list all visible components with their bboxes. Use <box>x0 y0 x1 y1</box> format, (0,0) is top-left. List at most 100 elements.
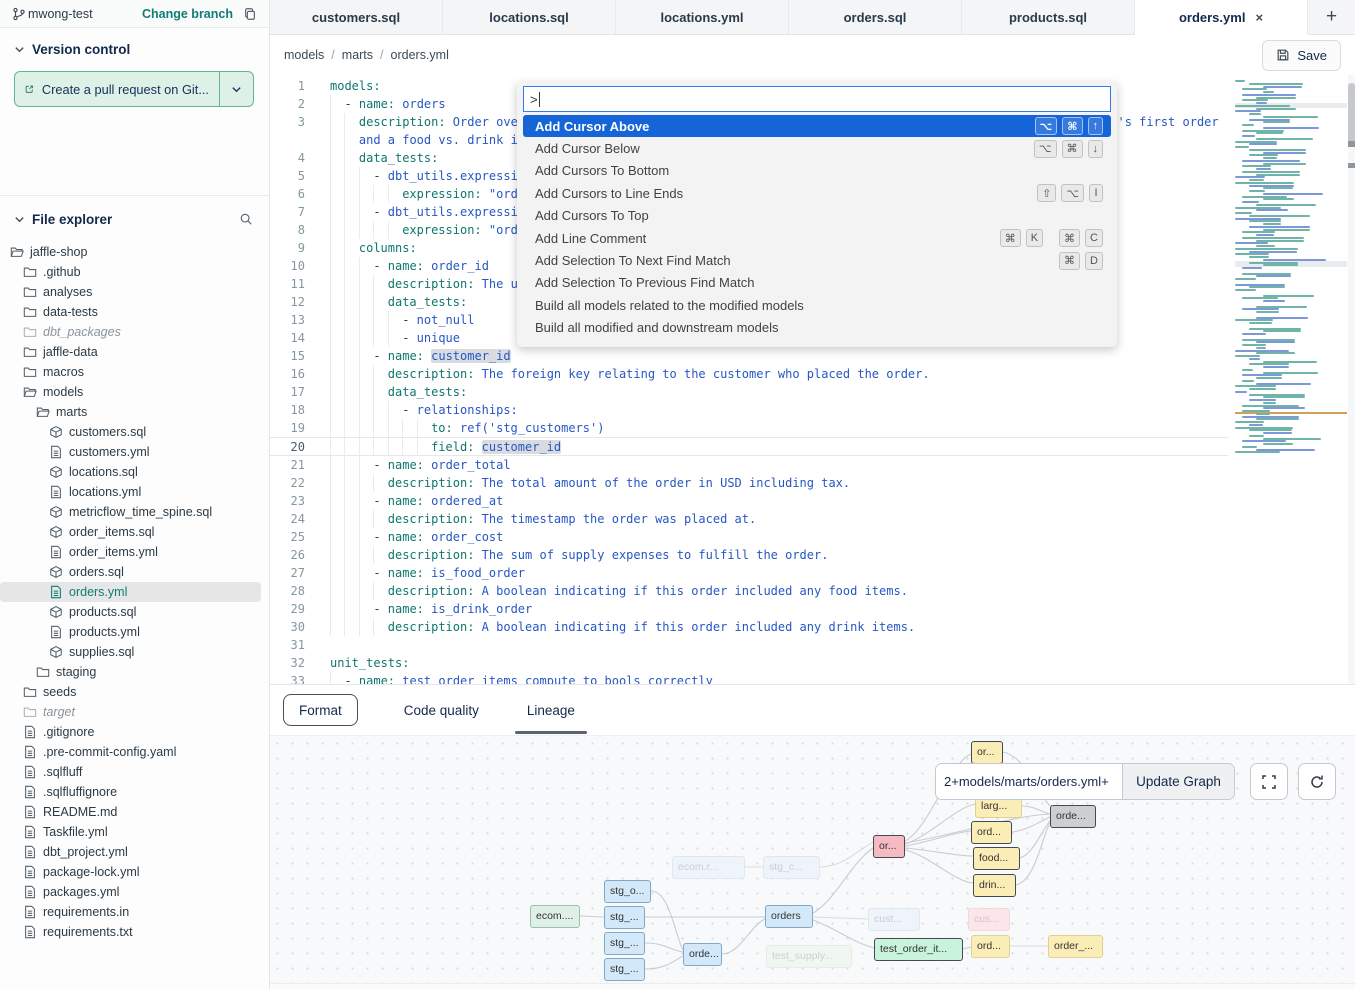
refresh-button[interactable] <box>1298 763 1336 800</box>
command-item-add-selection-to-previous-find-match[interactable]: Add Selection To Previous Find Match <box>523 272 1111 294</box>
lineage-node-or-11[interactable]: or... <box>873 835 905 858</box>
breadcrumb-file[interactable]: orders.yml <box>391 48 449 62</box>
file-tree-item-jaffle-data[interactable]: jaffle-data <box>0 342 269 362</box>
file-tree-item-order_items.yml[interactable]: order_items.yml <box>0 542 269 562</box>
lineage-node-cust-9[interactable]: cust... <box>868 908 920 931</box>
file-tree-item-package-lock.yml[interactable]: package-lock.yml <box>0 862 269 882</box>
command-item-add-cursor-above[interactable]: Add Cursor Above⌥⌘↑ <box>523 115 1111 137</box>
file-tree-item-products.yml[interactable]: products.yml <box>0 622 269 642</box>
file-tree-item-requirements.txt[interactable]: requirements.txt <box>0 922 269 942</box>
lineage-node-stg_-3[interactable]: stg_... <box>604 932 645 955</box>
file-explorer-header[interactable]: File explorer <box>0 196 269 236</box>
lineage-node-drin-16[interactable]: drin... <box>973 874 1016 897</box>
tab-orders.yml[interactable]: orders.yml× <box>1135 0 1308 35</box>
command-item-add-selection-to-next-find-match[interactable]: Add Selection To Next Find Match⌘D <box>523 249 1111 271</box>
code-editor[interactable]: 1models:2- name: orders3description: Ord… <box>270 75 1355 685</box>
file-tree-item-.gitignore[interactable]: .gitignore <box>0 722 269 742</box>
tab-code-quality[interactable]: Code quality <box>402 685 481 735</box>
command-item-build-all-modified-and-downstream-models[interactable]: Build all modified and downstream models <box>523 317 1111 339</box>
file-tree-item-jaffle-shop[interactable]: jaffle-shop <box>0 242 269 262</box>
lineage-node-test_supply-10[interactable]: test_supply... <box>766 945 852 968</box>
lineage-node-stg_-2[interactable]: stg_... <box>604 906 645 929</box>
editor-scrollbar-thumb[interactable] <box>1348 83 1355 147</box>
tab-locations.sql[interactable]: locations.sql <box>443 0 616 34</box>
search-icon[interactable] <box>237 210 255 228</box>
command-item-add-cursors-to-bottom[interactable]: Add Cursors To Bottom <box>523 160 1111 182</box>
keycap: D <box>1085 252 1103 270</box>
file-tree-item-.github[interactable]: .github <box>0 262 269 282</box>
file-tree-item-orders.sql[interactable]: orders.sql <box>0 562 269 582</box>
lineage-node-or-12[interactable]: or... <box>971 741 1003 764</box>
command-item-add-cursors-to-line-ends[interactable]: Add Cursors to Line Ends⇧⌥I <box>523 182 1111 204</box>
update-graph-button[interactable]: Update Graph <box>1122 764 1234 799</box>
file-tree-item-requirements.in[interactable]: requirements.in <box>0 902 269 922</box>
lineage-canvas[interactable]: ecom....stg_o...stg_...stg_...stg_...ord… <box>270 735 1355 983</box>
file-tree-item-customers.sql[interactable]: customers.sql <box>0 422 269 442</box>
file-tree-item-models[interactable]: models <box>0 382 269 402</box>
close-icon[interactable]: × <box>1255 10 1263 25</box>
file-tree-item-.sqlfluffignore[interactable]: .sqlfluffignore <box>0 782 269 802</box>
command-item-add-line-comment[interactable]: Add Line Comment⌘K⌘C <box>523 227 1111 249</box>
file-tree-item-staging[interactable]: staging <box>0 662 269 682</box>
minimap[interactable] <box>1235 80 1347 458</box>
file-tree-item-.sqlfluff[interactable]: .sqlfluff <box>0 762 269 782</box>
file-tree-item-products.sql[interactable]: products.sql <box>0 602 269 622</box>
file-tree-item-customers.yml[interactable]: customers.yml <box>0 442 269 462</box>
tab-products.sql[interactable]: products.sql <box>962 0 1135 34</box>
file-tree-item-analyses[interactable]: analyses <box>0 282 269 302</box>
lineage-node-ecomr-7[interactable]: ecom.r... <box>672 856 745 879</box>
new-tab-button[interactable]: + <box>1308 0 1355 34</box>
lineage-node-ord-14[interactable]: ord... <box>971 821 1012 844</box>
tab-lineage[interactable]: Lineage <box>525 685 577 735</box>
lineage-node-orde-20[interactable]: orde... <box>1050 805 1096 828</box>
file-tree-item-target[interactable]: target <box>0 702 269 722</box>
command-item-build-all-models-related-to-the-modified-models[interactable]: Build all models related to the modified… <box>523 294 1111 316</box>
lineage-node-ord-18[interactable]: ord... <box>971 935 1010 958</box>
file-tree-item-data-tests[interactable]: data-tests <box>0 302 269 322</box>
pr-options-caret[interactable] <box>219 72 253 106</box>
file-tree-item-macros[interactable]: macros <box>0 362 269 382</box>
file-tree-item-seeds[interactable]: seeds <box>0 682 269 702</box>
file-tree-item-README.md[interactable]: README.md <box>0 802 269 822</box>
file-label: data-tests <box>43 305 98 319</box>
file-tree-item-locations.yml[interactable]: locations.yml <box>0 482 269 502</box>
lineage-node-stg_c-8[interactable]: stg_c... <box>763 856 820 879</box>
lineage-node-food-15[interactable]: food... <box>973 847 1020 870</box>
file-tree-item-marts[interactable]: marts <box>0 402 269 422</box>
file-tree-item-packages.yml[interactable]: packages.yml <box>0 882 269 902</box>
file-tree-item-supplies.sql[interactable]: supplies.sql <box>0 642 269 662</box>
change-branch-link[interactable]: Change branch <box>142 7 233 21</box>
tab-customers.sql[interactable]: customers.sql <box>270 0 443 34</box>
lineage-selector-input[interactable]: 2+models/marts/orders.yml+ <box>936 764 1122 799</box>
command-item-add-cursors-to-top[interactable]: Add Cursors To Top <box>523 205 1111 227</box>
lineage-node-cus-17[interactable]: cus... <box>968 908 1010 931</box>
copy-branch-icon[interactable] <box>241 5 259 23</box>
tab-locations.yml[interactable]: locations.yml <box>616 0 789 34</box>
horizontal-scrollbar[interactable] <box>270 983 1355 989</box>
command-input[interactable]: > <box>523 86 1111 112</box>
file-tree-item-order_items.sql[interactable]: order_items.sql <box>0 522 269 542</box>
lineage-node-ecom-0[interactable]: ecom.... <box>530 905 580 928</box>
lineage-node-orde-5[interactable]: orde... <box>683 943 722 966</box>
lineage-node-order_-19[interactable]: order_... <box>1048 935 1103 958</box>
tab-orders.sql[interactable]: orders.sql <box>789 0 962 34</box>
command-item-add-cursor-below[interactable]: Add Cursor Below⌥⌘↓ <box>523 137 1111 159</box>
file-tree-item-locations.sql[interactable]: locations.sql <box>0 462 269 482</box>
file-tree-item-dbt_project.yml[interactable]: dbt_project.yml <box>0 842 269 862</box>
lineage-node-stg_o-1[interactable]: stg_o... <box>604 880 651 903</box>
file-tree-item-dbt_packages[interactable]: dbt_packages <box>0 322 269 342</box>
fullscreen-button[interactable] <box>1250 763 1288 800</box>
format-button[interactable]: Format <box>283 694 358 726</box>
lineage-node-test_order_it-21[interactable]: test_order_it... <box>874 938 963 961</box>
file-tree-item-.pre-commit-config.yaml[interactable]: .pre-commit-config.yaml <box>0 742 269 762</box>
create-pr-button[interactable]: Create a pull request on Git... <box>14 71 254 107</box>
file-tree-item-orders.yml[interactable]: orders.yml <box>0 582 261 602</box>
lineage-node-orders-6[interactable]: orders <box>765 905 813 928</box>
breadcrumb-models[interactable]: models <box>284 48 324 62</box>
breadcrumb-marts[interactable]: marts <box>342 48 373 62</box>
lineage-node-stg_-4[interactable]: stg_... <box>604 958 645 981</box>
file-tree-item-metricflow_time_spine.sql[interactable]: metricflow_time_spine.sql <box>0 502 269 522</box>
file-tree-item-Taskfile.yml[interactable]: Taskfile.yml <box>0 822 269 842</box>
save-button[interactable]: Save <box>1262 40 1341 71</box>
version-control-header[interactable]: Version control <box>0 28 269 65</box>
